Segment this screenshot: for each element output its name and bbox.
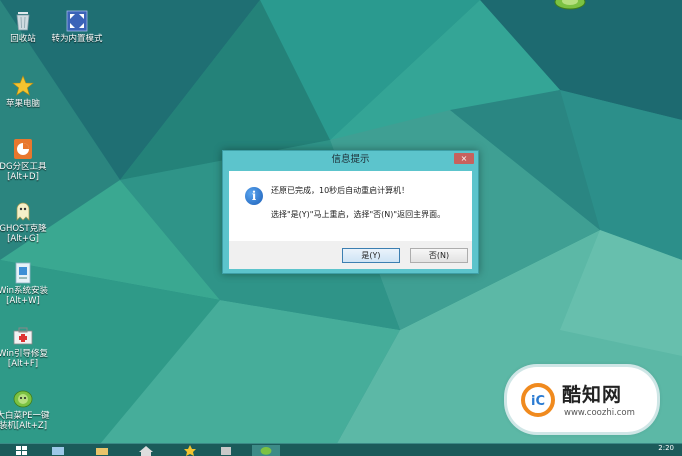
clock: 2:20	[658, 444, 674, 452]
dialog-titlebar[interactable]: 信息提示 ×	[223, 151, 478, 168]
desktop-icon-label: 回收站	[10, 34, 36, 44]
desktop-icon-boot-repair[interactable]: Win引导修复 [Alt+F]	[0, 325, 52, 369]
arrows-icon	[66, 10, 88, 32]
recycle-bin-icon	[12, 10, 34, 32]
desktop: 回收站 转为内置模式 苹果电脑 DG分区工具 [Alt+D] GHOST克隆 […	[0, 0, 682, 456]
watermark: iC 酷知网 www.coozhi.com	[507, 367, 657, 432]
active-app-taskbar-icon[interactable]	[252, 445, 280, 456]
desktop-icon-label: 转为内置模式	[51, 34, 103, 44]
message-area: i 还原已完成，10秒后自动重启计算机！ 选择"是(Y)"马上重启，选择"否(N…	[229, 171, 472, 241]
desktop-taskbar-icon[interactable]	[44, 445, 72, 456]
desktop-icon-label: 大白菜PE一键 装机[Alt+Z]	[0, 411, 50, 431]
info-dialog: 信息提示 × i 还原已完成，10秒后自动重启计算机！ 选择"是(Y)"马上重启…	[222, 150, 479, 274]
desktop-icon-ghost[interactable]: GHOST克隆 [Alt+G]	[0, 200, 52, 244]
close-button[interactable]: ×	[454, 153, 474, 164]
no-button[interactable]: 否(N)	[410, 248, 468, 263]
watermark-url: www.coozhi.com	[564, 408, 635, 418]
svg-text:iC: iC	[531, 394, 545, 409]
desktop-icon-one-key-install[interactable]: 大白菜PE一键 装机[Alt+Z]	[0, 387, 52, 431]
message-line-2: 选择"是(Y)"马上重启，选择"否(N)"返回主界面。	[271, 210, 446, 219]
cabbage-icon	[12, 387, 34, 409]
star-taskbar-icon[interactable]	[176, 445, 204, 456]
yes-button[interactable]: 是(Y)	[342, 248, 400, 263]
desktop-icon-label: Win引导修复 [Alt+F]	[0, 349, 48, 369]
watermark-title: 酷知网	[562, 384, 623, 406]
installer-icon	[12, 262, 34, 284]
desktop-icon-label: DG分区工具 [Alt+D]	[0, 162, 47, 182]
toolbox-icon	[12, 325, 34, 347]
desktop-icon-label: Win系统安装 [Alt+W]	[0, 286, 48, 306]
star-icon	[12, 75, 34, 97]
desktop-icon-dg-partition[interactable]: DG分区工具 [Alt+D]	[0, 138, 52, 182]
home-taskbar-icon[interactable]	[132, 445, 160, 456]
ghost-icon	[12, 200, 34, 222]
cabbage-mascot-icon	[554, 0, 586, 10]
close-icon: ×	[460, 154, 468, 163]
taskbar: 2:20	[0, 443, 682, 456]
desktop-icon-label: 苹果电脑	[5, 99, 40, 109]
tool-taskbar-icon[interactable]	[212, 445, 240, 456]
explorer-taskbar-icon[interactable]	[88, 445, 116, 456]
desktop-icon-label: GHOST克隆 [Alt+G]	[0, 224, 47, 244]
message-line-1: 还原已完成，10秒后自动重启计算机！	[271, 186, 410, 195]
desktop-icon-apple-computer[interactable]: 苹果电脑	[0, 75, 52, 109]
info-icon: i	[245, 187, 263, 205]
desktop-icon-builtin-mode[interactable]: 转为内置模式	[48, 10, 106, 44]
dialog-title: 信息提示	[331, 154, 370, 165]
dialog-content: i 还原已完成，10秒后自动重启计算机！ 选择"是(Y)"马上重启，选择"否(N…	[229, 171, 472, 269]
desktop-icon-win-install[interactable]: Win系统安装 [Alt+W]	[0, 262, 52, 306]
coozhi-logo-icon: iC	[521, 383, 555, 417]
desktop-icon-recycle-bin[interactable]: 回收站	[0, 10, 52, 44]
start-icon[interactable]	[8, 445, 36, 456]
partition-tool-icon	[12, 138, 34, 160]
